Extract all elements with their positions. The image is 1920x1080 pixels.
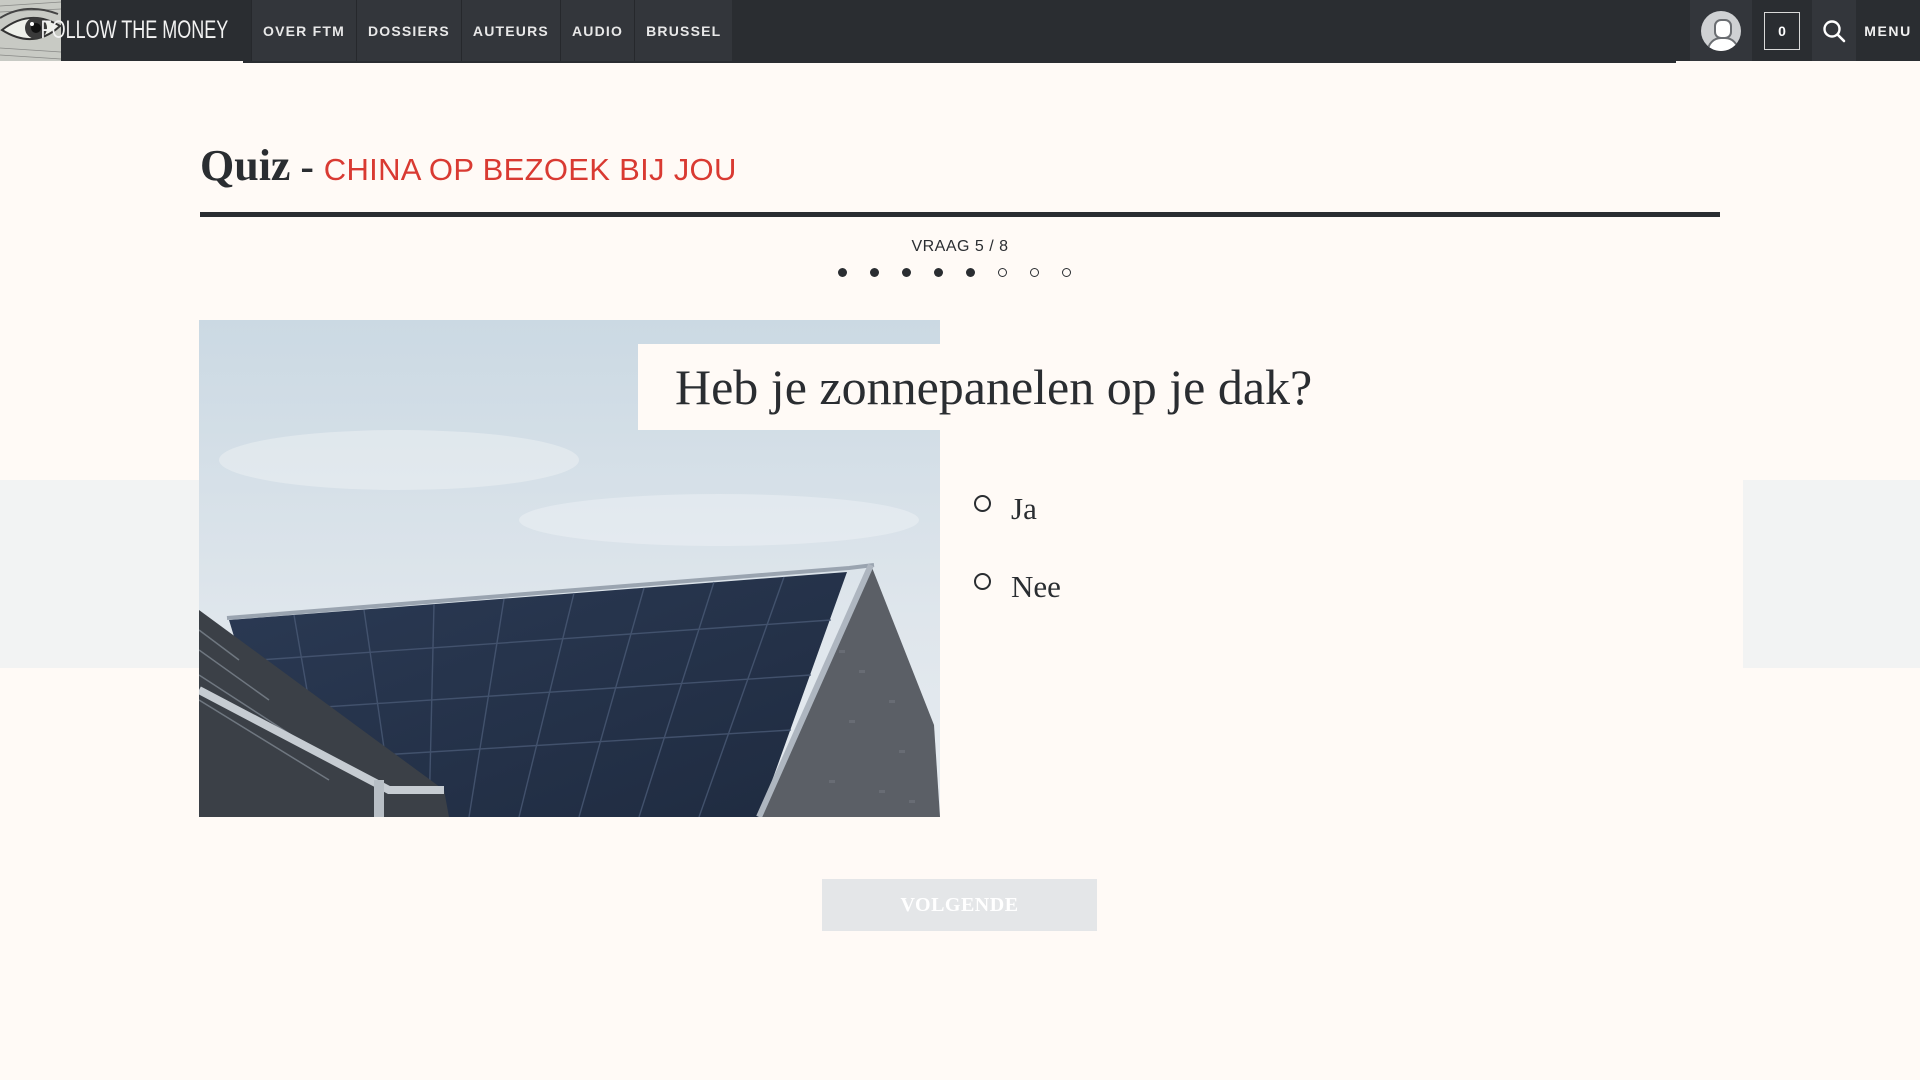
answer-label: Nee (1011, 569, 1061, 604)
search-button[interactable] (1812, 0, 1856, 61)
question-progress-label: VRAAG 5 / 8 (911, 238, 1009, 255)
nav-item-brussel[interactable]: BRUSSEL (634, 0, 733, 61)
main-nav: OVER FTM DOSSIERS AUTEURS AUDIO BRUSSEL (251, 0, 733, 61)
question-box: Heb je zonnepanelen op je dak? (638, 344, 1351, 430)
progress-dot (902, 268, 911, 277)
radio-button[interactable] (974, 572, 991, 590)
user-avatar-icon (1701, 10, 1741, 51)
account-button[interactable] (1690, 0, 1752, 61)
progress-dot (838, 268, 847, 277)
saved-count-button[interactable]: 0 (1752, 0, 1812, 61)
nav-item-over-ftm[interactable]: OVER FTM (251, 0, 356, 61)
saved-count-badge: 0 (1764, 11, 1800, 50)
answer-option-ja[interactable]: Ja (974, 470, 1061, 548)
nav-item-audio[interactable]: AUDIO (559, 0, 635, 61)
header-tools: 0 MENU (1690, 0, 1920, 61)
quiz-title: Quiz - CHINA OP BEZOEK BIJ JOU (200, 140, 737, 191)
quiz-label: Quiz (200, 141, 291, 190)
nav-item-dossiers[interactable]: DOSSIERS (355, 0, 461, 61)
progress-dot (998, 268, 1007, 277)
header-underline (243, 61, 1676, 63)
answer-option-nee[interactable]: Nee (974, 548, 1061, 626)
title-separator: - (300, 144, 314, 189)
next-button[interactable]: VOLGENDE (822, 879, 1097, 931)
nav-item-auteurs[interactable]: AUTEURS (460, 0, 560, 61)
progress-dots (838, 268, 1071, 277)
top-navigation-bar: FOLLOW THE MONEY OVER FTM DOSSIERS AUTEU… (0, 0, 1920, 61)
radio-button[interactable] (974, 494, 991, 512)
answer-options: Ja Nee (974, 470, 1061, 626)
answer-label: Ja (1011, 491, 1037, 526)
progress-dot (870, 268, 879, 277)
quiz-name: CHINA OP BEZOEK BIJ JOU (323, 152, 737, 187)
progress-dot (966, 268, 975, 277)
decorative-band-right (1743, 480, 1920, 668)
title-divider (200, 212, 1720, 217)
progress-dot (1030, 268, 1039, 277)
decorative-band-left (0, 480, 200, 668)
site-logo-text[interactable]: FOLLOW THE MONEY (41, 0, 229, 61)
search-icon (1823, 19, 1846, 42)
menu-button[interactable]: MENU (1856, 0, 1920, 61)
progress-dot (934, 268, 943, 277)
progress-dot (1062, 268, 1071, 277)
question-text: Heb je zonnepanelen op je dak? (675, 359, 1313, 415)
